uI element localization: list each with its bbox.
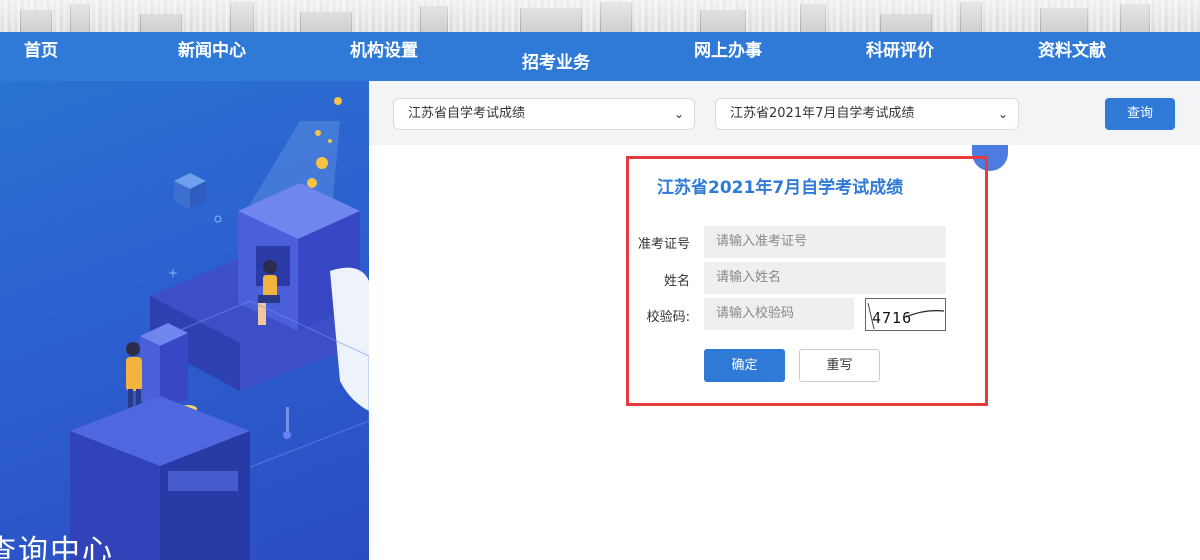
captcha-text: 4716 (872, 309, 912, 327)
main-nav: 首页 新闻中心 机构设置 招考业务 网上办事 科研评价 资料文献 (0, 32, 1200, 81)
exam-select[interactable]: 江苏省2021年7月自学考试成绩 ⌄ (715, 98, 1019, 130)
chevron-down-icon: ⌄ (673, 107, 684, 121)
exam-select-value: 江苏省2021年7月自学考试成绩 (730, 106, 915, 121)
name-input[interactable]: 请输入姓名 (704, 262, 946, 294)
nav-item-news[interactable]: 新闻中心 (178, 36, 246, 61)
captcha-input[interactable]: 请输入校验码 (704, 298, 854, 330)
reset-button[interactable]: 重写 (799, 349, 880, 382)
sidebar-caption: 查询中心 (0, 534, 114, 560)
nav-item-admissions[interactable]: 招考业务 (522, 48, 590, 73)
search-button[interactable]: 查询 (1105, 98, 1175, 130)
exam-number-label: 准考证号 (637, 237, 690, 252)
captcha-label: 校验码: (646, 310, 690, 325)
nav-item-documents[interactable]: 资料文献 (1038, 36, 1106, 61)
captcha-graphic: 4716 (867, 302, 945, 330)
confirm-button[interactable]: 确定 (704, 349, 785, 382)
isometric-illustration: + (70, 97, 369, 560)
nav-item-online-services[interactable]: 网上办事 (694, 36, 762, 61)
sidebar-illustration: + 查询中心 (0, 81, 369, 560)
nav-item-home[interactable]: 首页 (24, 36, 58, 61)
category-select-value: 江苏省自学考试成绩 (408, 106, 526, 121)
nav-item-organization[interactable]: 机构设置 (350, 36, 418, 61)
name-label: 姓名 (663, 274, 690, 289)
category-select[interactable]: 江苏省自学考试成绩 ⌄ (393, 98, 695, 130)
chevron-down-icon: ⌄ (997, 107, 1008, 121)
header-banner (0, 0, 1200, 32)
nav-item-research[interactable]: 科研评价 (866, 36, 934, 61)
svg-text:+: + (168, 266, 178, 280)
exam-number-input[interactable]: 请输入准考证号 (704, 226, 946, 258)
query-toolbar: 江苏省自学考试成绩 ⌄ 江苏省2021年7月自学考试成绩 ⌄ 查询 (369, 81, 1200, 145)
form-title: 江苏省2021年7月自学考试成绩 (657, 178, 904, 198)
captcha-image[interactable]: 4716 (865, 298, 946, 331)
